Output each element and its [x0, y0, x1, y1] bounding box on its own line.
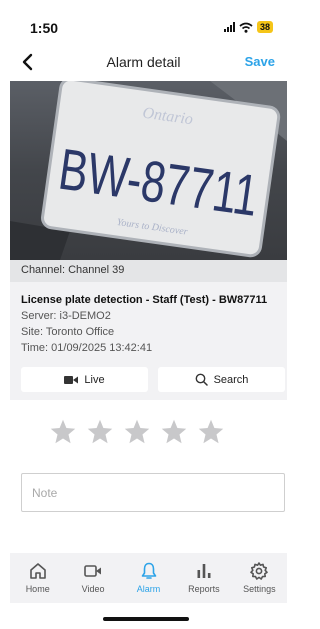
tab-reports-label: Reports: [188, 584, 220, 594]
bar-chart-icon: [197, 564, 211, 578]
tab-video[interactable]: Video: [65, 553, 120, 603]
star-rating: [49, 418, 225, 446]
live-button-label: Live: [84, 373, 105, 386]
star-icon[interactable]: [123, 418, 151, 446]
video-camera-icon: [84, 565, 102, 577]
home-indicator: [103, 617, 189, 621]
alarm-snapshot: Ontario BW-87711 Yours to Discover: [10, 81, 287, 260]
star-icon[interactable]: [197, 418, 225, 446]
star-icon[interactable]: [86, 418, 114, 446]
save-button[interactable]: Save: [245, 54, 275, 69]
status-bar: 1:50 38: [0, 0, 287, 44]
search-icon: [195, 373, 208, 386]
tab-video-label: Video: [81, 584, 105, 594]
tab-alarm-label: Alarm: [136, 584, 161, 594]
status-icons: 38: [223, 21, 273, 33]
home-icon: [29, 563, 46, 579]
tab-alarm[interactable]: Alarm: [121, 553, 176, 603]
search-button[interactable]: Search: [158, 367, 285, 392]
tab-home-label: Home: [25, 584, 50, 594]
channel-label: Channel: Channel 39: [10, 260, 287, 282]
tab-bar: Home Video Alarm Reports Settings: [10, 553, 287, 603]
alarm-server: Server: i3-DEMO2: [21, 310, 111, 322]
alarm-title: License plate detection - Staff (Test) -…: [21, 294, 268, 306]
star-icon[interactable]: [49, 418, 77, 446]
star-icon[interactable]: [160, 418, 188, 446]
tab-home[interactable]: Home: [10, 553, 65, 603]
battery-indicator: 38: [256, 21, 273, 33]
signal-icon: [223, 22, 235, 32]
wifi-icon: [239, 22, 253, 33]
tab-settings-label: Settings: [243, 584, 276, 594]
alarm-site: Site: Toronto Office: [21, 326, 115, 338]
note-input[interactable]: [21, 473, 285, 512]
gear-icon: [250, 562, 269, 580]
alarm-detail-panel: License plate detection - Staff (Test) -…: [10, 282, 287, 400]
action-row: Live Search: [21, 367, 285, 392]
bell-icon: [141, 562, 156, 579]
search-button-label: Search: [213, 373, 249, 386]
live-button[interactable]: Live: [21, 367, 148, 392]
tab-reports[interactable]: Reports: [176, 553, 231, 603]
header: Alarm detail Save: [0, 48, 287, 78]
tab-settings[interactable]: Settings: [232, 553, 287, 603]
status-time: 1:50: [30, 20, 59, 36]
video-camera-icon: [64, 375, 79, 384]
alarm-time: Time: 01/09/2025 13:42:41: [21, 342, 153, 354]
